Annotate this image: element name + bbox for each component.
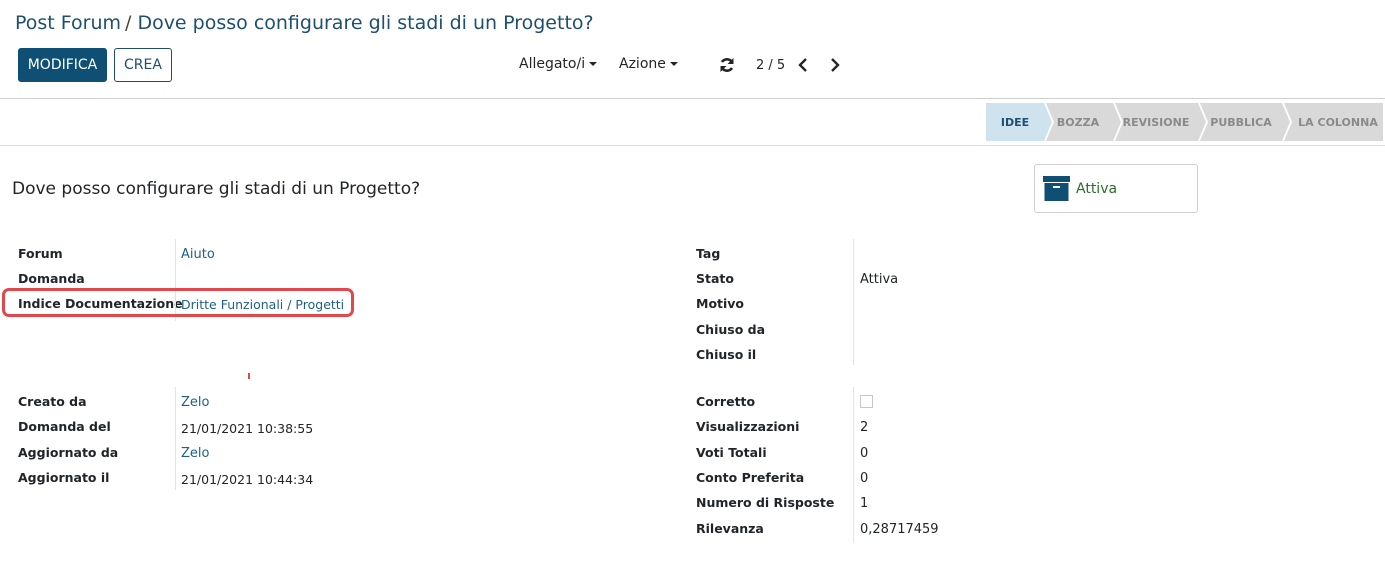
motivo-label: Motivo <box>696 296 745 311</box>
pager-value[interactable]: 2 / 5 <box>756 58 785 73</box>
attachments-dropdown[interactable]: Allegato/i <box>519 56 598 72</box>
domanda-label: Domanda <box>18 271 85 286</box>
column-divider <box>853 239 854 365</box>
stage-bozza[interactable]: BOZZA <box>1052 103 1104 141</box>
archive-box-icon <box>1043 176 1070 201</box>
aggiornato-il-label: Aggiornato il <box>18 470 110 485</box>
rilevanza-label: Rilevanza <box>696 521 764 536</box>
stato-value: Attiva <box>860 272 899 287</box>
rilevanza-value: 0,28717459 <box>860 522 939 537</box>
breadcrumb-current: Dove posso configurare gli stadi di un P… <box>137 12 594 34</box>
aggiornato-da-value[interactable]: Zelo <box>181 446 209 461</box>
stage-pubblica[interactable]: PUBBLICA <box>1208 103 1274 141</box>
refresh-icon[interactable] <box>719 56 735 74</box>
caret-down-icon <box>589 62 598 66</box>
chiuso-da-label: Chiuso da <box>696 322 766 337</box>
active-toggle-button[interactable]: Attiva <box>1034 164 1198 213</box>
numero-risposte-value: 1 <box>860 496 869 511</box>
forum-value[interactable]: Aiuto <box>181 247 215 262</box>
chevron-right-icon[interactable] <box>827 56 843 74</box>
action-dropdown[interactable]: Azione <box>619 56 678 72</box>
forum-label: Forum <box>18 246 63 261</box>
active-toggle-label: Attiva <box>1076 180 1118 197</box>
highlight-box <box>2 288 354 317</box>
stage-la-colonna[interactable]: LA COLONNA <box>1292 103 1384 141</box>
breadcrumb: Post Forum / Dove posso configurare gli st… <box>15 12 594 34</box>
aggiornato-da-label: Aggiornato da <box>18 445 119 460</box>
record-title: Dove posso configurare gli stadi di un P… <box>12 179 421 199</box>
stato-label: Stato <box>696 271 734 286</box>
stage-revisione[interactable]: REVISIONE <box>1122 103 1190 141</box>
conto-preferita-value: 0 <box>860 471 869 486</box>
stage-idee[interactable]: IDEE <box>986 103 1044 141</box>
caret-down-icon <box>669 62 678 66</box>
control-panel-divider <box>0 98 1385 99</box>
edit-button[interactable]: MODIFICA <box>18 48 107 82</box>
chevron-left-icon[interactable] <box>795 56 811 74</box>
creato-da-value[interactable]: Zelo <box>181 395 209 410</box>
voti-totali-value: 0 <box>860 446 869 461</box>
column-divider <box>853 387 854 543</box>
domanda-del-label: Domanda del <box>18 419 111 434</box>
aggiornato-il-value: 21/01/2021 10:44:34 <box>181 472 314 487</box>
breadcrumb-parent-link[interactable]: Post Forum <box>15 12 121 34</box>
corretto-checkbox[interactable] <box>860 395 873 408</box>
breadcrumb-separator: / <box>125 12 132 34</box>
annotation-mark <box>248 373 250 379</box>
conto-preferita-label: Conto Preferita <box>696 470 805 485</box>
create-button[interactable]: CREA <box>114 48 172 82</box>
action-dropdown-label: Azione <box>619 56 666 72</box>
tag-label: Tag <box>696 246 721 261</box>
chiuso-il-label: Chiuso il <box>696 347 757 362</box>
corretto-label: Corretto <box>696 394 756 409</box>
voti-totali-label: Voti Totali <box>696 445 767 460</box>
column-divider <box>175 387 176 490</box>
statusbar-divider <box>0 145 1385 146</box>
numero-risposte-label: Numero di Risposte <box>696 495 835 510</box>
attachments-dropdown-label: Allegato/i <box>519 56 586 72</box>
domanda-del-value: 21/01/2021 10:38:55 <box>181 421 314 436</box>
creato-da-label: Creato da <box>18 394 87 409</box>
visualizzazioni-label: Visualizzazioni <box>696 419 800 434</box>
visualizzazioni-value: 2 <box>860 420 869 435</box>
